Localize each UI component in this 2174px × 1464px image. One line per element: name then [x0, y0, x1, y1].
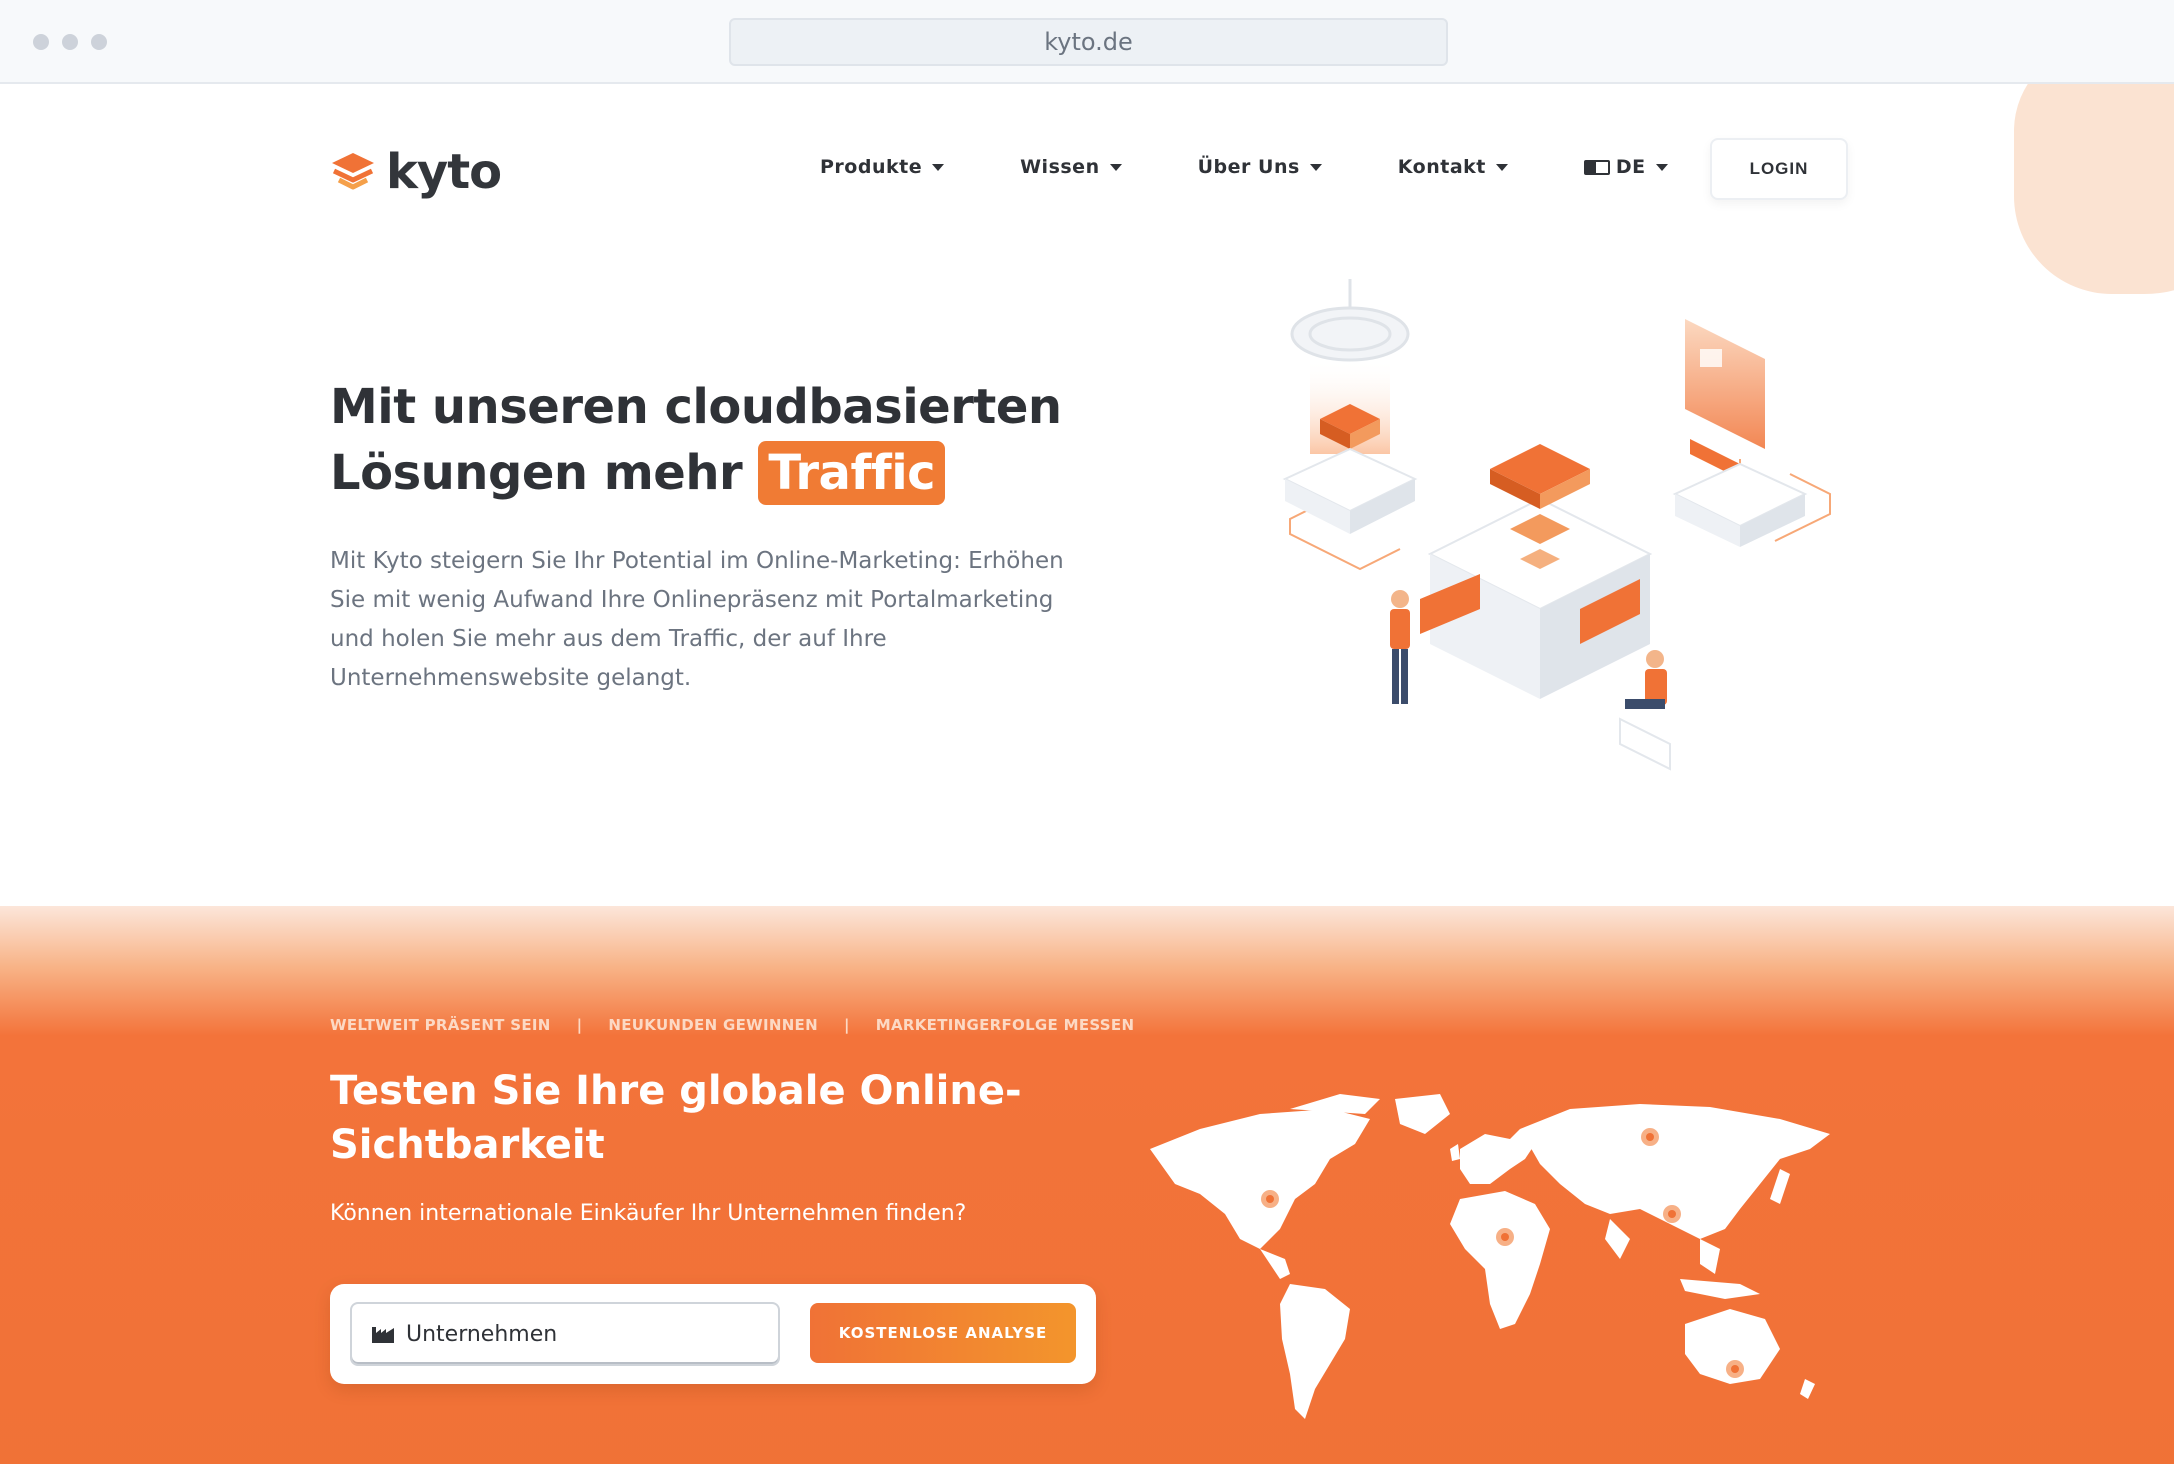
main-nav: Produkte Wissen Über Uns Kontakt DE: [820, 156, 1744, 178]
nav-kontakt[interactable]: Kontakt: [1398, 156, 1508, 178]
hero-title: Mit unseren cloudbasierten Lösungen mehr…: [330, 374, 1090, 506]
window-dot-icon[interactable]: [62, 34, 78, 50]
caret-down-icon: [932, 163, 945, 171]
tagline: WELTWEIT PRÄSENT SEIN: [330, 1016, 551, 1034]
hero-description: Mit Kyto steigern Sie Ihr Potential im O…: [330, 548, 1064, 691]
hero-title-highlight: Traffic: [758, 441, 946, 505]
login-button[interactable]: LOGIN: [1710, 138, 1848, 200]
window-dot-icon[interactable]: [33, 34, 49, 50]
nav-produkte[interactable]: Produkte: [820, 156, 945, 178]
analysis-subtitle: Können internationale Einkäufer Ihr Unte…: [330, 1201, 967, 1226]
analysis-title: Testen Sie Ihre globale Online-Sichtbark…: [330, 1068, 1022, 1168]
browser-chrome: kyto.de: [0, 0, 2174, 84]
company-input[interactable]: [406, 1321, 766, 1347]
caret-down-icon: [1495, 163, 1508, 171]
decorative-blob: [2014, 84, 2174, 294]
free-analysis-button[interactable]: KOSTENLOSE ANALYSE: [810, 1303, 1076, 1363]
hero-title-line1: Mit unseren cloudbasierten: [330, 379, 1062, 435]
nav-label: Über Uns: [1197, 156, 1300, 178]
caret-down-icon: [1309, 163, 1322, 171]
logo-text: kyto: [386, 144, 502, 200]
page: kyto Produkte Wissen Über Uns Kontakt DE…: [0, 84, 2174, 1464]
tagline-row: WELTWEIT PRÄSENT SEIN | NEUKUNDEN GEWINN…: [330, 1016, 1134, 1034]
nav-label: Kontakt: [1397, 156, 1486, 178]
tagline-separator: |: [576, 1016, 583, 1034]
analysis-form: KOSTENLOSE ANALYSE: [330, 1284, 1096, 1384]
factory-icon: [372, 1327, 394, 1343]
nav-ueber-uns[interactable]: Über Uns: [1198, 156, 1322, 178]
tagline-separator: |: [843, 1016, 850, 1034]
language-label: DE: [1615, 156, 1646, 178]
tagline: NEUKUNDEN GEWINNEN: [608, 1016, 818, 1034]
nav-label: Produkte: [820, 156, 923, 178]
world-map-illustration: [1150, 1094, 1830, 1419]
cloud-platform-illustration: [1282, 279, 1831, 771]
caret-down-icon: [1109, 163, 1122, 171]
kyto-logo-icon: [332, 153, 374, 190]
company-input-wrapper[interactable]: [350, 1302, 780, 1366]
address-bar[interactable]: kyto.de: [729, 18, 1448, 66]
window-controls: [33, 34, 107, 50]
window-dot-icon[interactable]: [91, 34, 107, 50]
nav-wissen[interactable]: Wissen: [1020, 156, 1122, 178]
language-selector[interactable]: DE: [1583, 156, 1668, 178]
hero-title-line2: Lösungen mehr: [330, 445, 743, 501]
language-icon: [1583, 159, 1610, 175]
nav-label: Wissen: [1020, 156, 1100, 178]
tagline: MARKETINGERFOLGE MESSEN: [875, 1016, 1135, 1034]
logo[interactable]: kyto: [330, 144, 502, 200]
caret-down-icon: [1655, 163, 1668, 171]
